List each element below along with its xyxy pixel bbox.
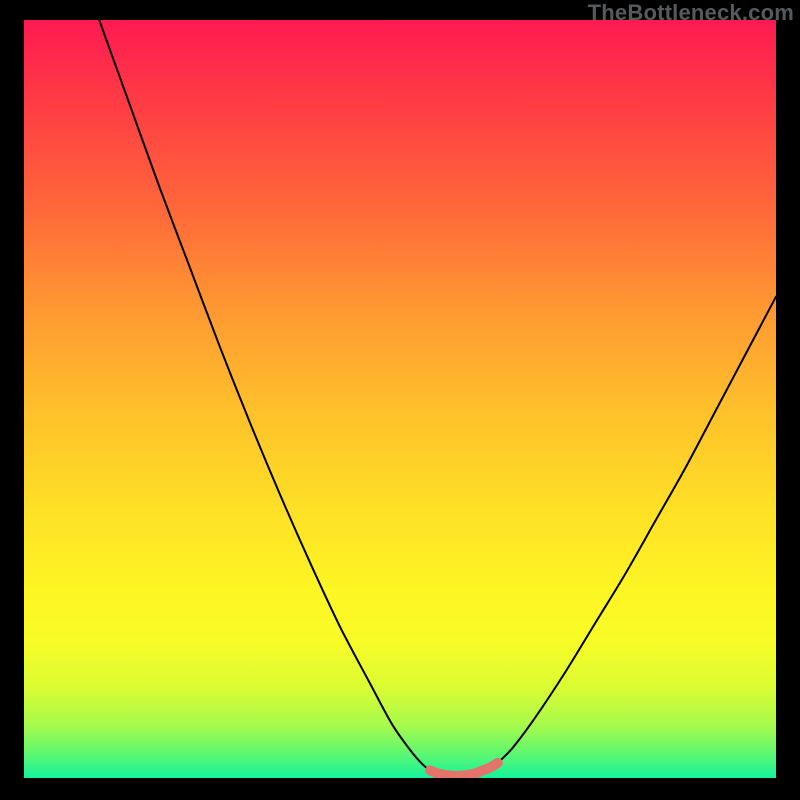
heat-gradient xyxy=(24,20,776,778)
plot-area xyxy=(24,20,776,778)
chart-stage: TheBottleneck.com xyxy=(0,0,800,800)
watermark-text: TheBottleneck.com xyxy=(588,0,794,26)
